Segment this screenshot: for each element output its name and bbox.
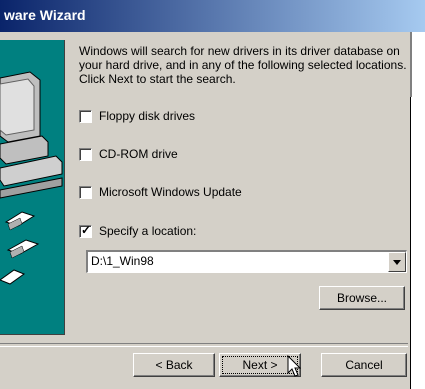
footer-divider <box>0 343 408 347</box>
back-button[interactable]: < Back <box>133 353 215 377</box>
location-input[interactable]: D:\1_Win98 <box>91 254 154 268</box>
checkbox-floppy[interactable] <box>79 109 92 123</box>
label-windows-update: Microsoft Windows Update <box>99 185 242 199</box>
option-cdrom[interactable]: CD-ROM drive <box>79 146 178 162</box>
background-window <box>410 97 425 389</box>
checkbox-cdrom[interactable] <box>79 147 92 161</box>
label-cdrom: CD-ROM drive <box>99 147 178 161</box>
wizard-graphic <box>0 40 65 335</box>
title-bar[interactable]: ware Wizard <box>0 0 425 32</box>
window-title: ware Wizard <box>4 7 86 23</box>
disk-icon <box>4 211 36 231</box>
checkbox-specify-location[interactable] <box>79 223 92 238</box>
mouse-pointer-icon <box>287 355 301 377</box>
wizard-description: Windows will search for new drivers in i… <box>79 44 407 86</box>
option-specify-location[interactable]: Specify a location: <box>79 223 196 239</box>
checkbox-windows-update[interactable] <box>79 185 92 199</box>
cancel-button[interactable]: Cancel <box>321 353 407 377</box>
option-windows-update[interactable]: Microsoft Windows Update <box>79 184 242 200</box>
wizard-dialog: Windows will search for new drivers in i… <box>0 32 412 389</box>
computer-graphic <box>0 71 63 285</box>
option-floppy[interactable]: Floppy disk drives <box>79 108 195 124</box>
location-combobox[interactable]: D:\1_Win98 <box>86 250 407 273</box>
label-floppy: Floppy disk drives <box>99 109 196 123</box>
label-specify-location: Specify a location: <box>99 224 197 238</box>
browse-button[interactable]: Browse... <box>319 286 405 310</box>
chevron-down-icon <box>393 259 401 265</box>
combo-dropdown-button[interactable] <box>388 252 406 272</box>
